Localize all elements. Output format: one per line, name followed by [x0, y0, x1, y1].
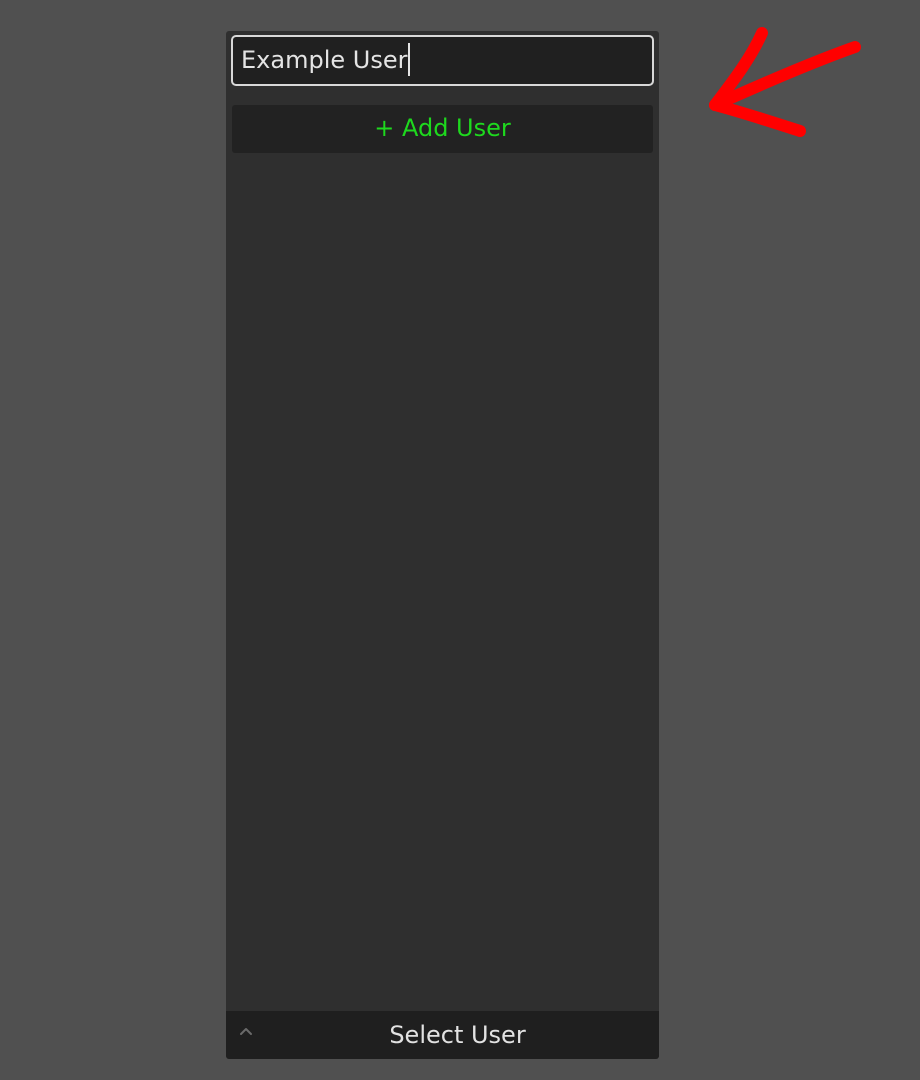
- add-user-button-label: + Add User: [374, 114, 511, 142]
- select-user-footer[interactable]: Select User: [226, 1011, 659, 1059]
- user-selector-panel: Example User + Add User Select User: [226, 31, 659, 1059]
- select-user-label: Select User: [389, 1021, 526, 1049]
- user-name-input-value: Example User: [241, 46, 408, 74]
- user-name-input[interactable]: Example User: [231, 35, 654, 86]
- add-user-button[interactable]: + Add User: [232, 105, 653, 153]
- arrow-icon: [709, 27, 861, 137]
- text-caret: [408, 42, 411, 76]
- user-list: [226, 159, 659, 1009]
- app-window: Example User + Add User Select User: [0, 0, 920, 1080]
